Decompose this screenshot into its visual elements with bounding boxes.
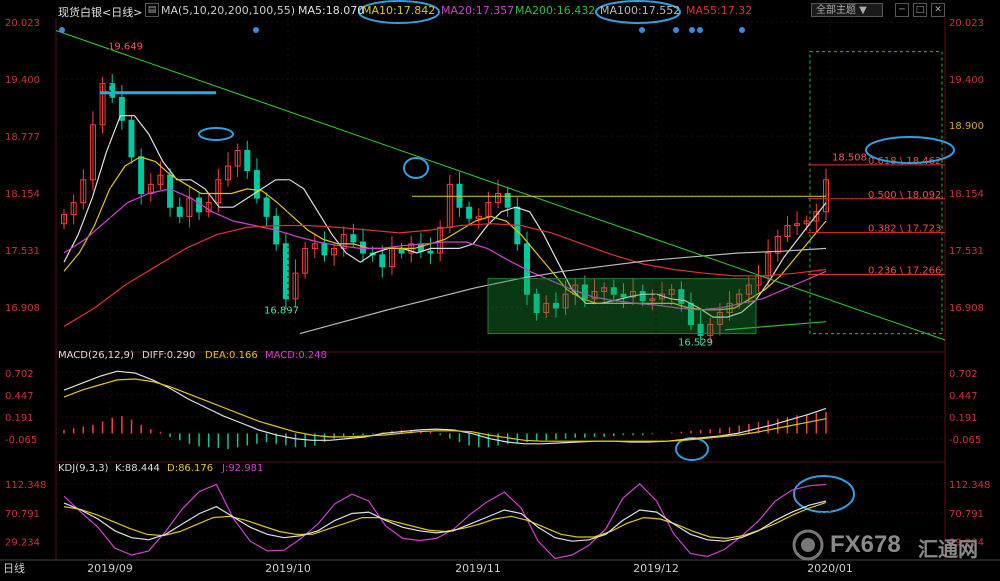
date-axis-label: 2019/12 [633, 562, 679, 575]
candle-body [176, 206, 183, 217]
price-y-tick-right: 18.154 [949, 189, 984, 200]
macd-y-tick-left: 0.447 [5, 391, 34, 402]
candle-body [350, 234, 357, 243]
candle-body [244, 149, 251, 172]
highlight-ellipse [198, 127, 234, 141]
macd-diff: DIFF:0.290 [142, 350, 195, 361]
event-dot [253, 27, 259, 33]
kdj-d-line [63, 501, 827, 540]
ma20-value: MA20:17.357 [441, 4, 515, 17]
window-restore-icon[interactable]: □ [913, 3, 927, 17]
price-annotation: 16.897 [264, 305, 299, 316]
candle-body [466, 206, 473, 219]
candle-body [138, 156, 145, 194]
price-y-tick-right: 20.023 [949, 18, 984, 29]
chart-title: 现货白银<日线> [58, 6, 143, 19]
macd-y-tick-left: 0.191 [5, 413, 34, 424]
candle-body [128, 119, 135, 158]
candle-body [263, 197, 270, 217]
price-y-tick-right: 16.908 [949, 303, 984, 314]
macd-y-tick-right: 0.702 [949, 369, 978, 380]
event-dot [697, 27, 703, 33]
fib-level-label: 0.500 \ 18.092 [868, 190, 941, 201]
candle-body [321, 243, 328, 256]
event-dot [739, 27, 745, 33]
ma-params-label: MA(5,10,20,200,100,55) [161, 4, 296, 17]
ma55-value: MA55:17.32 [686, 4, 753, 17]
kdj-y-tick-left: 29.234 [5, 538, 40, 549]
price-y-tick-right: 18.900 [949, 121, 984, 132]
event-dot [59, 27, 65, 33]
kdj-title: KDJ(9,3,3) [58, 463, 109, 474]
event-dot [639, 27, 645, 33]
event-dot [673, 27, 679, 33]
date-axis-label: 2019/09 [87, 562, 133, 575]
macd-y-tick-right: 0.191 [949, 413, 978, 424]
ma5-value: MA5:18.070 [298, 4, 365, 17]
price-y-tick-left: 18.154 [5, 189, 40, 200]
window-close-icon[interactable]: ✕ [931, 3, 945, 17]
kdj-k: K:88.444 [115, 463, 160, 474]
ma-settings-icon[interactable]: ▤ [145, 3, 159, 17]
fx678-watermark: FX678 汇通网 [790, 528, 990, 562]
price-y-tick-left: 18.777 [5, 132, 40, 143]
macd-value: MACD:0.248 [265, 350, 327, 361]
price-y-tick-left: 17.531 [5, 246, 40, 257]
window-minimize-icon[interactable]: ─ [895, 3, 909, 17]
candle-body [253, 170, 260, 199]
kdj-y-tick-left: 112.348 [5, 480, 46, 491]
price-y-tick-left: 20.023 [5, 18, 40, 29]
price-y-tick-left: 16.908 [5, 303, 40, 314]
macd-y-tick-right: -0.065 [949, 435, 981, 446]
theme-select[interactable]: 全部主题 ▼ [811, 3, 883, 17]
macd-y-tick-left: -0.065 [5, 435, 37, 446]
price-y-tick-right: 19.400 [949, 75, 984, 86]
ma200-value: MA200:16.432 [515, 4, 596, 17]
highlight-ellipse [793, 475, 855, 513]
ma100-value: MA100:17.552 [600, 4, 681, 17]
fib-level-label: 0.382 \ 17.723 [868, 224, 941, 235]
watermark-brand: FX678 [830, 531, 901, 558]
kdj-j: J:92.981 [221, 463, 263, 474]
ma10-value: MA10:17.842 [362, 4, 436, 17]
kdj-y-tick-right: 112.348 [949, 480, 990, 491]
macd-diff-line [63, 370, 827, 445]
event-dot [689, 27, 695, 33]
date-axis-label: 2019/10 [265, 562, 311, 575]
watermark-cn: 汇通网 [918, 537, 978, 561]
fib-level-label: 0.236 \ 17.266 [868, 265, 941, 276]
price-annotation: 16.529 [678, 337, 713, 348]
macd-dea-line [63, 378, 827, 442]
highlight-ellipse [675, 437, 709, 461]
price-annotation: 18.508 [832, 153, 867, 164]
consolidation-zone [487, 278, 757, 335]
price-y-tick-right: 17.531 [949, 246, 984, 257]
kdj-y-tick-right: 70.791 [949, 509, 984, 520]
highlight-ellipse [403, 157, 429, 179]
macd-y-tick-left: 0.702 [5, 369, 34, 380]
candle-body [504, 192, 511, 208]
macd-title: MACD(26,12,9) [58, 350, 134, 361]
period-label: 日线 [3, 561, 25, 575]
candle-body [427, 250, 434, 254]
theme-select-label: 全部主题 [816, 5, 856, 16]
chart-svg: 20.023 19.400 18.777 18.154 17.531 16.908 20.0… [0, 0, 1000, 575]
kdj-d: D:86.176 [167, 463, 213, 474]
stock-chart[interactable]: 20.023 19.400 18.777 18.154 17.531 16.908 20.0… [0, 0, 1000, 577]
kdj-k-line [63, 500, 827, 542]
date-axis-label: 2019/11 [455, 562, 501, 575]
macd-dea: DEA:0.166 [205, 350, 258, 361]
price-y-tick-left: 19.400 [5, 75, 40, 86]
candle-body [167, 174, 174, 208]
date-axis-label: 2020/01 [807, 562, 853, 575]
fx678-logo-icon [792, 529, 824, 561]
kdj-y-tick-left: 70.791 [5, 509, 40, 520]
kdj-j-line [63, 482, 827, 560]
macd-y-tick-right: 0.447 [949, 391, 978, 402]
price-annotation: 19.649 [108, 42, 143, 53]
candle-body [379, 254, 386, 268]
